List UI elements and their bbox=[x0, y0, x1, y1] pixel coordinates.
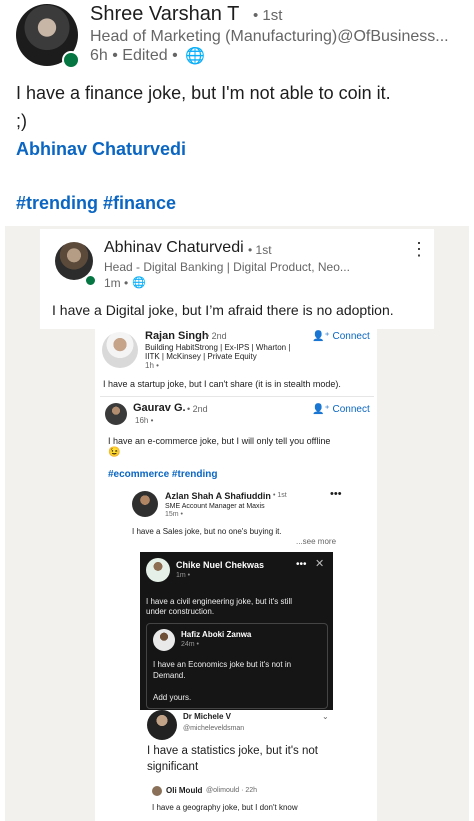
chike-name: Chike Nuel Chekwas bbox=[176, 560, 265, 570]
connect-label: Connect bbox=[332, 404, 370, 415]
online-status-icon bbox=[85, 275, 96, 286]
chike-text-2: under construction. bbox=[146, 607, 215, 616]
azlan-name: Azlan Shah A Shafiuddin bbox=[165, 491, 271, 501]
hashtags-link[interactable]: #trending #finance bbox=[16, 193, 176, 214]
rajan-text: I have a startup joke, but I can't share… bbox=[103, 379, 341, 389]
hafiz-meta: 24m • bbox=[181, 641, 200, 648]
connect-label: Connect bbox=[332, 331, 370, 342]
oli-name: Oli Mould bbox=[166, 786, 203, 795]
abhinav-text: I have a Digital joke, but I’m afraid th… bbox=[52, 302, 394, 318]
add-user-icon: 👤⁺ bbox=[312, 404, 330, 415]
chike-text-1: I have a civil engineering joke, but it'… bbox=[146, 597, 293, 606]
rajan-headline-1: Building HabitStrong | Ex-IPS | Wharton … bbox=[145, 343, 291, 352]
add-yours-text: Add yours. bbox=[153, 693, 192, 702]
michele-name: Dr Michele V bbox=[183, 712, 232, 721]
hafiz-name: Hafiz Aboki Zanwa bbox=[181, 630, 252, 639]
michele-handle: @micheleveldsman bbox=[183, 725, 245, 732]
gaurav-degree: • 2nd bbox=[187, 404, 208, 414]
mention-link[interactable]: Abhinav Chaturvedi bbox=[16, 139, 186, 160]
azlan-avatar bbox=[132, 491, 158, 517]
globe-icon: 🌐 bbox=[185, 48, 205, 65]
chike-avatar bbox=[146, 558, 170, 582]
hafiz-text-2: Demand. bbox=[153, 671, 186, 680]
rajan-meta: 1h • bbox=[145, 361, 159, 370]
rajan-name: Rajan Singh bbox=[145, 330, 209, 342]
wink-emoji: 😉 bbox=[108, 447, 121, 458]
azlan-meta: 15m • bbox=[165, 511, 184, 518]
oli-text: I have a geography joke, but I don't kno… bbox=[152, 803, 298, 812]
divider bbox=[100, 396, 374, 397]
oli-handle: @olimould · 22h bbox=[206, 787, 258, 794]
online-status-icon bbox=[62, 51, 80, 69]
rajan-avatar bbox=[102, 332, 138, 368]
hafiz-text-1: I have an Economics joke but it's not in bbox=[153, 660, 292, 669]
abhinav-meta: 1m • bbox=[104, 276, 129, 290]
rajan-connect-button: 👤⁺ Connect bbox=[312, 331, 370, 342]
post-text-line1: I have a finance joke, but I'm not able … bbox=[16, 83, 391, 103]
abhinav-avatar bbox=[55, 242, 93, 280]
gaurav-avatar bbox=[105, 403, 127, 425]
see-more-link: ...see more bbox=[296, 537, 337, 546]
abhinav-name: Abhinav Chaturvedi bbox=[104, 239, 244, 256]
michele-avatar bbox=[147, 710, 177, 740]
close-icon: ✕ bbox=[315, 558, 325, 570]
abhinav-headline: Head - Digital Banking | Digital Product… bbox=[104, 260, 350, 274]
connection-degree: • 1st bbox=[253, 7, 283, 24]
rajan-headline-2: IITK | McKinsey | Private Equity bbox=[145, 352, 257, 361]
author-headline: Head of Marketing (Manufacturing)@OfBusi… bbox=[90, 28, 449, 45]
gaurav-meta: 16h • bbox=[135, 416, 154, 425]
add-user-icon: 👤⁺ bbox=[312, 331, 330, 342]
gaurav-name: Gaurav G. bbox=[133, 402, 186, 414]
post-meta: 6h • Edited • bbox=[90, 47, 178, 64]
gaurav-hashtags: #ecommerce #trending bbox=[108, 469, 218, 480]
author-name[interactable]: Shree Varshan T bbox=[90, 3, 239, 26]
azlan-text: I have a Sales joke, but no one's buying… bbox=[132, 527, 282, 536]
gaurav-connect-button: 👤⁺ Connect bbox=[312, 404, 370, 415]
abhinav-degree: • 1st bbox=[248, 243, 272, 257]
michele-text-2: significant bbox=[147, 761, 199, 773]
globe-icon: 🌐 bbox=[132, 277, 146, 289]
more-vertical-icon: ⋮ bbox=[410, 239, 428, 259]
chike-meta: 1m • bbox=[176, 572, 191, 579]
rajan-degree: • 2nd bbox=[206, 331, 227, 341]
azlan-headline: SME Account Manager at Maxis bbox=[165, 503, 265, 510]
azlan-degree: • 1st bbox=[273, 492, 287, 499]
hafiz-avatar bbox=[153, 629, 175, 651]
chevron-down-icon: ⌄ bbox=[322, 712, 329, 721]
post-text-line2: ;) bbox=[16, 111, 27, 131]
oli-avatar bbox=[152, 786, 162, 796]
more-horizontal-icon: ••• bbox=[330, 488, 342, 500]
michele-text-1: I have a statistics joke, but it's not bbox=[147, 745, 318, 757]
gaurav-text: I have an e-commerce joke, but I will on… bbox=[108, 436, 331, 446]
more-horizontal-icon: ••• bbox=[296, 559, 307, 570]
